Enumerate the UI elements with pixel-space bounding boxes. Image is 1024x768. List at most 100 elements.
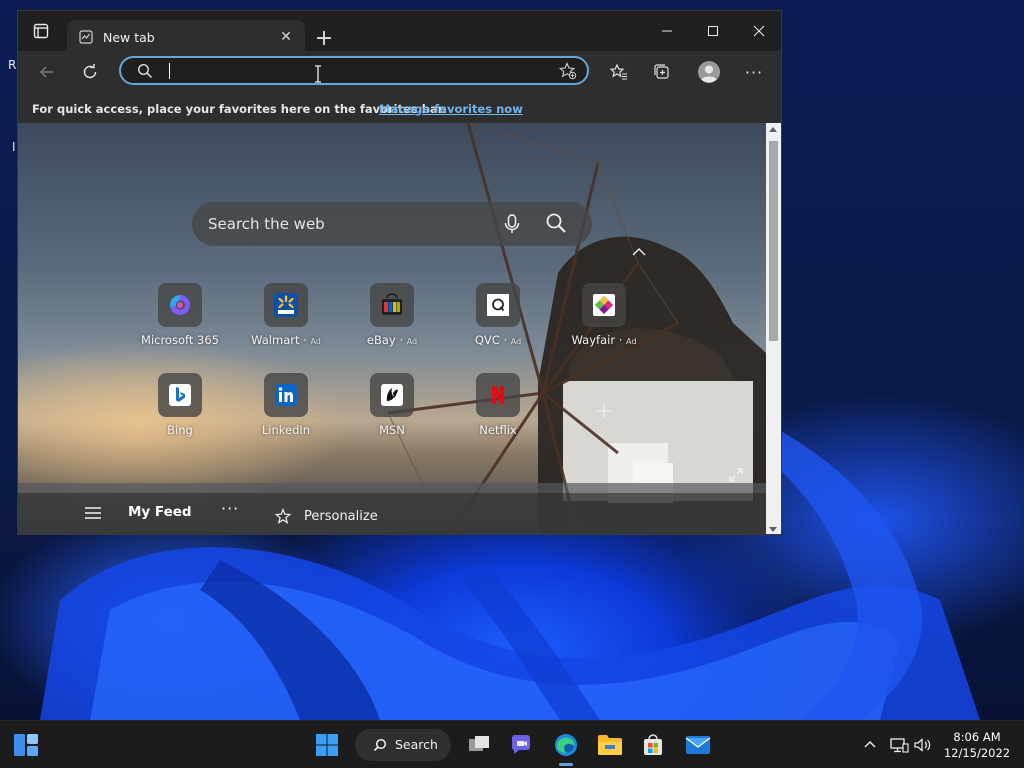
refresh-button[interactable] bbox=[74, 56, 106, 88]
maximize-button[interactable] bbox=[690, 11, 736, 51]
desktop-icon-label-2[interactable]: I bbox=[12, 140, 16, 154]
microsoft-store-button[interactable] bbox=[637, 729, 669, 761]
manage-favorites-link[interactable]: Manage favorites now bbox=[379, 102, 523, 116]
feed-bar: My Feed ··· Personalize bbox=[18, 493, 766, 534]
profile-button[interactable] bbox=[693, 56, 725, 88]
desktop-icon-label[interactable]: R bbox=[8, 58, 16, 72]
favorites-icon bbox=[610, 63, 627, 80]
qvc-icon bbox=[487, 294, 509, 316]
tile-icon-box bbox=[158, 373, 202, 417]
tile-label: QVC · Ad bbox=[474, 333, 522, 347]
new-tab-button[interactable]: + bbox=[310, 24, 338, 52]
windows-logo-icon bbox=[316, 734, 338, 756]
scroll-down-arrow-icon[interactable] bbox=[769, 527, 777, 532]
taskbar-search-button[interactable]: Search bbox=[355, 729, 451, 761]
close-window-button[interactable] bbox=[736, 11, 781, 51]
add-shortcut-button[interactable] bbox=[590, 397, 618, 425]
quick-link-tile[interactable]: Netflix bbox=[448, 373, 548, 453]
close-tab-button[interactable]: ✕ bbox=[275, 26, 297, 48]
close-window-icon bbox=[753, 25, 765, 37]
start-button[interactable] bbox=[311, 729, 343, 761]
tile-icon-box bbox=[476, 373, 520, 417]
web-search-placeholder: Search the web bbox=[208, 215, 325, 233]
scroll-up-arrow-icon[interactable] bbox=[769, 127, 777, 132]
feed-more-options[interactable]: ··· bbox=[221, 499, 239, 518]
tile-label: eBay · Ad bbox=[366, 333, 418, 347]
hamburger-menu-icon[interactable] bbox=[84, 506, 102, 520]
clock-time: 8:06 AM bbox=[953, 730, 1001, 744]
chevron-up-icon[interactable] bbox=[630, 245, 648, 259]
mail-envelope-icon bbox=[685, 736, 711, 754]
network-icon[interactable] bbox=[889, 735, 909, 755]
web-search-box[interactable]: Search the web bbox=[192, 202, 592, 246]
personalize-sparkle-icon bbox=[274, 508, 292, 524]
minimize-button[interactable] bbox=[644, 11, 690, 51]
chat-icon bbox=[511, 735, 530, 754]
quick-link-tile[interactable]: MSN bbox=[342, 373, 442, 453]
page-scrollbar[interactable] bbox=[766, 123, 781, 534]
tile-label: Bing bbox=[167, 423, 193, 437]
search-submit-icon[interactable] bbox=[544, 211, 568, 235]
tile-label: LinkedIn bbox=[261, 423, 311, 437]
add-favorite-star-icon[interactable] bbox=[559, 62, 577, 80]
quick-link-tile[interactable]: Bing bbox=[130, 373, 230, 453]
address-bar[interactable] bbox=[119, 56, 589, 85]
task-view-icon bbox=[469, 736, 489, 751]
tile-label: Wayfair · Ad bbox=[571, 333, 637, 347]
tab-actions-button[interactable] bbox=[18, 11, 64, 51]
my-feed-tab[interactable]: My Feed bbox=[128, 504, 192, 520]
more-dots-icon: ··· bbox=[744, 62, 764, 82]
task-view-button[interactable] bbox=[463, 729, 495, 761]
refresh-icon bbox=[83, 64, 97, 79]
quick-link-tile[interactable]: Walmart · Ad bbox=[236, 283, 336, 363]
address-input[interactable] bbox=[165, 61, 549, 83]
file-explorer-button[interactable] bbox=[594, 729, 626, 761]
clock-date: 12/15/2022 bbox=[943, 746, 1011, 760]
minimize-icon bbox=[662, 30, 672, 32]
tile-label: Microsoft 365 bbox=[141, 333, 219, 347]
new-tab-page: Search the web Microsoft 365 Walmart · A… bbox=[18, 123, 766, 534]
new-tab-page-icon bbox=[79, 30, 93, 44]
mail-button[interactable] bbox=[682, 729, 714, 761]
tile-icon-box bbox=[264, 283, 308, 327]
tab-actions-icon bbox=[33, 23, 49, 39]
settings-and-more-button[interactable]: ··· bbox=[738, 56, 770, 88]
tab-title: New tab bbox=[103, 30, 155, 45]
volume-icon[interactable] bbox=[913, 735, 933, 755]
edge-browser-window: New tab ✕ + ··· For quick access, place … bbox=[17, 10, 782, 535]
collections-button[interactable] bbox=[646, 56, 678, 88]
chevron-up-icon[interactable] bbox=[860, 735, 880, 755]
tile-label: Walmart · Ad bbox=[251, 333, 321, 347]
back-button[interactable] bbox=[31, 56, 63, 88]
navigation-toolbar: ··· bbox=[18, 51, 781, 93]
ebay-icon bbox=[382, 293, 402, 315]
favorites-button[interactable] bbox=[603, 56, 635, 88]
quick-link-tile[interactable]: QVC · Ad bbox=[448, 283, 548, 363]
scrollbar-thumb[interactable] bbox=[769, 141, 778, 341]
text-cursor-icon bbox=[315, 65, 321, 83]
close-icon: ✕ bbox=[280, 29, 292, 45]
folder-icon bbox=[598, 735, 622, 755]
widgets-icon[interactable] bbox=[12, 731, 42, 759]
quick-link-tile[interactable]: eBay · Ad bbox=[342, 283, 442, 363]
taskbar-clock[interactable]: 8:06 AM 12/15/2022 bbox=[940, 729, 1014, 761]
tile-icon-box bbox=[582, 283, 626, 327]
microphone-icon[interactable] bbox=[500, 212, 524, 236]
plus-icon: + bbox=[314, 25, 334, 51]
teams-chat-button[interactable] bbox=[505, 729, 537, 761]
edge-browser-icon bbox=[555, 734, 577, 756]
search-icon bbox=[137, 63, 153, 79]
expand-icon[interactable] bbox=[728, 467, 744, 483]
edge-taskbar-button[interactable] bbox=[550, 729, 582, 761]
personalize-button[interactable]: Personalize bbox=[262, 502, 388, 532]
personalize-label: Personalize bbox=[304, 509, 378, 524]
tile-icon-box bbox=[370, 373, 414, 417]
quick-link-tile[interactable]: LinkedIn bbox=[236, 373, 336, 453]
text-caret bbox=[169, 63, 170, 79]
taskbar-search-label: Search bbox=[395, 737, 438, 752]
taskbar: Search 8:06 AM 12/15/2022 bbox=[0, 720, 1024, 768]
quick-link-tile[interactable]: Wayfair · Ad bbox=[554, 283, 654, 363]
quick-link-tile[interactable]: Microsoft 365 bbox=[130, 283, 230, 363]
collections-icon bbox=[654, 64, 669, 79]
store-bag-icon bbox=[644, 734, 662, 755]
